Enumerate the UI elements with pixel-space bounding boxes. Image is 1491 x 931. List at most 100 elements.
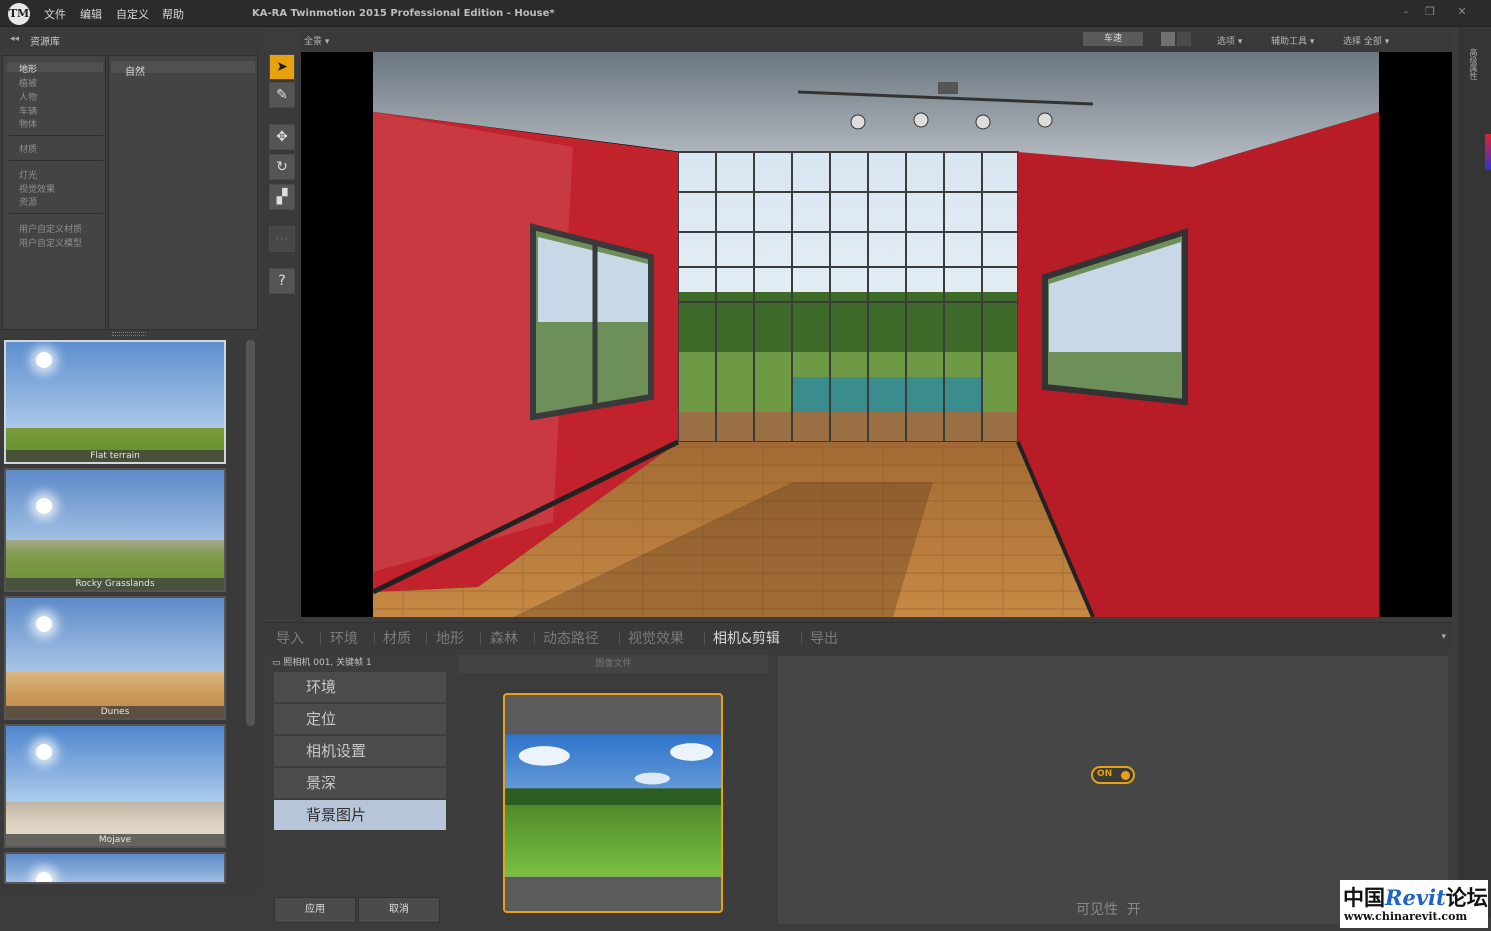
- subcategory-list: 自然: [108, 55, 258, 330]
- category-materials[interactable]: 材质: [19, 142, 37, 155]
- divider: [9, 213, 103, 214]
- tab-camera-edit[interactable]: 相机&剪辑: [713, 628, 780, 648]
- twinmotion-logo-icon: TM: [8, 3, 30, 25]
- menu-position[interactable]: 定位: [274, 704, 446, 734]
- category-people[interactable]: 人物: [19, 90, 37, 103]
- tab-separator: [801, 632, 802, 644]
- properties-strip: 高级属性: [1458, 28, 1491, 918]
- visibility-toggle[interactable]: ON: [1091, 766, 1135, 784]
- thumbnail-dunes[interactable]: Dunes: [4, 596, 226, 720]
- category-terrain[interactable]: 地形: [19, 62, 37, 75]
- menu-background-image[interactable]: 背景图片: [274, 800, 446, 830]
- scale-icon[interactable]: ▞: [269, 184, 295, 210]
- image-file-header[interactable]: 图像文件: [459, 655, 768, 673]
- menu-camera-settings[interactable]: 相机设置: [274, 736, 446, 766]
- resize-grip[interactable]: [112, 332, 146, 336]
- background-image-preview: [505, 734, 721, 877]
- camera-menu: 环境 定位 相机设置 景深 背景图片: [274, 672, 446, 832]
- thumbnail-partial[interactable]: [4, 852, 226, 884]
- tab-export[interactable]: 导出: [810, 628, 838, 648]
- tab-separator: [704, 632, 705, 644]
- visibility-value: 开: [1126, 902, 1141, 918]
- eyedropper-icon[interactable]: ✎: [269, 82, 295, 108]
- cancel-button[interactable]: 取消: [358, 897, 440, 923]
- tab-separator: [619, 632, 620, 644]
- frame-icon[interactable]: ⋯: [269, 226, 295, 252]
- move-icon[interactable]: ✥: [269, 124, 295, 150]
- select-arrow-icon[interactable]: ➤: [269, 54, 295, 80]
- 3d-viewport[interactable]: [301, 52, 1452, 617]
- sun-icon: [36, 498, 52, 514]
- toggle-knob: [1121, 771, 1130, 780]
- category-objects[interactable]: 物体: [19, 117, 37, 130]
- visibility-status: 可见性 开: [1076, 899, 1141, 919]
- category-lights[interactable]: 灯光: [19, 168, 37, 181]
- thumbnail-flat-terrain[interactable]: Flat terrain: [4, 340, 226, 464]
- speed-toggle-alt[interactable]: [1177, 32, 1191, 46]
- twinmotion-window: TM 文件 编辑 自定义 帮助 KA-RA Twinmotion 2015 Pr…: [0, 0, 1491, 931]
- menu-edit[interactable]: 编辑: [80, 6, 102, 22]
- menu-file[interactable]: 文件: [44, 6, 66, 22]
- library-title: 资源库: [30, 37, 60, 48]
- select-all-dropdown[interactable]: 选择 全部 ▾: [1343, 34, 1389, 47]
- thumbnail-label: Flat terrain: [6, 450, 224, 462]
- chinarevit-watermark: 中国Revit论坛 www.chinarevit.com: [1340, 880, 1488, 928]
- watermark-url: www.chinarevit.com: [1344, 910, 1468, 923]
- tab-environment[interactable]: 环境: [330, 628, 358, 648]
- category-vegetation[interactable]: 植被: [19, 76, 37, 89]
- minimize-icon[interactable]: –: [1396, 4, 1416, 20]
- speed-toggle[interactable]: [1161, 32, 1175, 46]
- apply-button[interactable]: 应用: [274, 897, 356, 923]
- tab-motion-path[interactable]: 动态路径: [543, 628, 599, 648]
- library-scrollbar[interactable]: [246, 340, 255, 726]
- category-resources[interactable]: 资源: [19, 195, 37, 208]
- collapse-panel-icon[interactable]: ▾: [1441, 632, 1446, 642]
- camera-label: ▭ 照相机 001, 关键帧 1: [272, 658, 372, 668]
- tab-materials[interactable]: 材质: [383, 628, 411, 648]
- menu-custom[interactable]: 自定义: [116, 6, 149, 22]
- menu-environment[interactable]: 环境: [274, 672, 446, 702]
- help-icon[interactable]: ?: [269, 268, 295, 294]
- helpers-dropdown[interactable]: 辅助工具 ▾: [1271, 34, 1314, 47]
- menu-depth-of-field[interactable]: 景深: [274, 768, 446, 798]
- category-list: 地形 植被 人物 车辆 物体 材质 灯光 视觉效果 资源 用户自定义材质 用户自…: [2, 55, 106, 330]
- library-header: ◂◂ 资源库: [0, 28, 262, 52]
- options-dropdown[interactable]: 选项 ▾: [1217, 34, 1242, 47]
- restore-icon[interactable]: ❐: [1420, 4, 1440, 20]
- category-user-models[interactable]: 用户自定义模型: [19, 236, 82, 249]
- view-mode-dropdown[interactable]: 全景 ▾: [304, 34, 329, 47]
- tab-terrain[interactable]: 地形: [436, 628, 464, 648]
- watermark-cn: 中国: [1343, 885, 1385, 910]
- tab-separator: [426, 632, 427, 644]
- divider: [9, 135, 103, 136]
- sun-icon: [36, 744, 52, 760]
- background-image-card[interactable]: [503, 693, 723, 913]
- watermark-title: 中国Revit论坛: [1343, 882, 1488, 912]
- collapse-left-icon[interactable]: ◂◂: [10, 34, 19, 44]
- menu-help[interactable]: 帮助: [162, 6, 184, 22]
- tab-import[interactable]: 导入: [276, 628, 304, 648]
- main-tabs: 导入 环境 材质 地形 森林 动态路径 视觉效果 相机&剪辑 导出 ▾: [264, 622, 1452, 650]
- subcategory-nature[interactable]: 自然: [125, 63, 145, 78]
- tab-separator: [374, 632, 375, 644]
- title-bar: TM 文件 编辑 自定义 帮助 KA-RA Twinmotion 2015 Pr…: [0, 0, 1491, 27]
- tab-visual-effects[interactable]: 视觉效果: [628, 628, 684, 648]
- viewport-toolbar: 全景 ▾ 车速 选项 ▾ 辅助工具 ▾ 选择 全部 ▾: [300, 28, 1452, 52]
- rotate-icon[interactable]: ↻: [269, 154, 295, 180]
- category-visual-effects[interactable]: 视觉效果: [19, 182, 55, 195]
- advanced-properties-label[interactable]: 高级属性: [1468, 48, 1479, 80]
- thumbnail-rocky-grasslands[interactable]: Rocky Grasslands: [4, 468, 226, 592]
- category-vehicles[interactable]: 车辆: [19, 104, 37, 117]
- thumbnail-label: Dunes: [6, 706, 224, 718]
- category-user-materials[interactable]: 用户自定义材质: [19, 222, 82, 235]
- divider: [9, 160, 103, 161]
- close-icon[interactable]: ✕: [1452, 4, 1472, 20]
- tab-forest[interactable]: 森林: [490, 628, 518, 648]
- thumbnail-list: Flat terrain Rocky Grasslands Dunes Moja…: [0, 338, 262, 890]
- tab-separator: [480, 632, 481, 644]
- interior-scene: [373, 52, 1379, 617]
- thumbnail-mojave[interactable]: Mojave: [4, 724, 226, 848]
- thumbnail-label: Rocky Grasslands: [6, 578, 224, 590]
- sun-icon: [36, 872, 52, 882]
- speed-field[interactable]: 车速: [1083, 32, 1143, 46]
